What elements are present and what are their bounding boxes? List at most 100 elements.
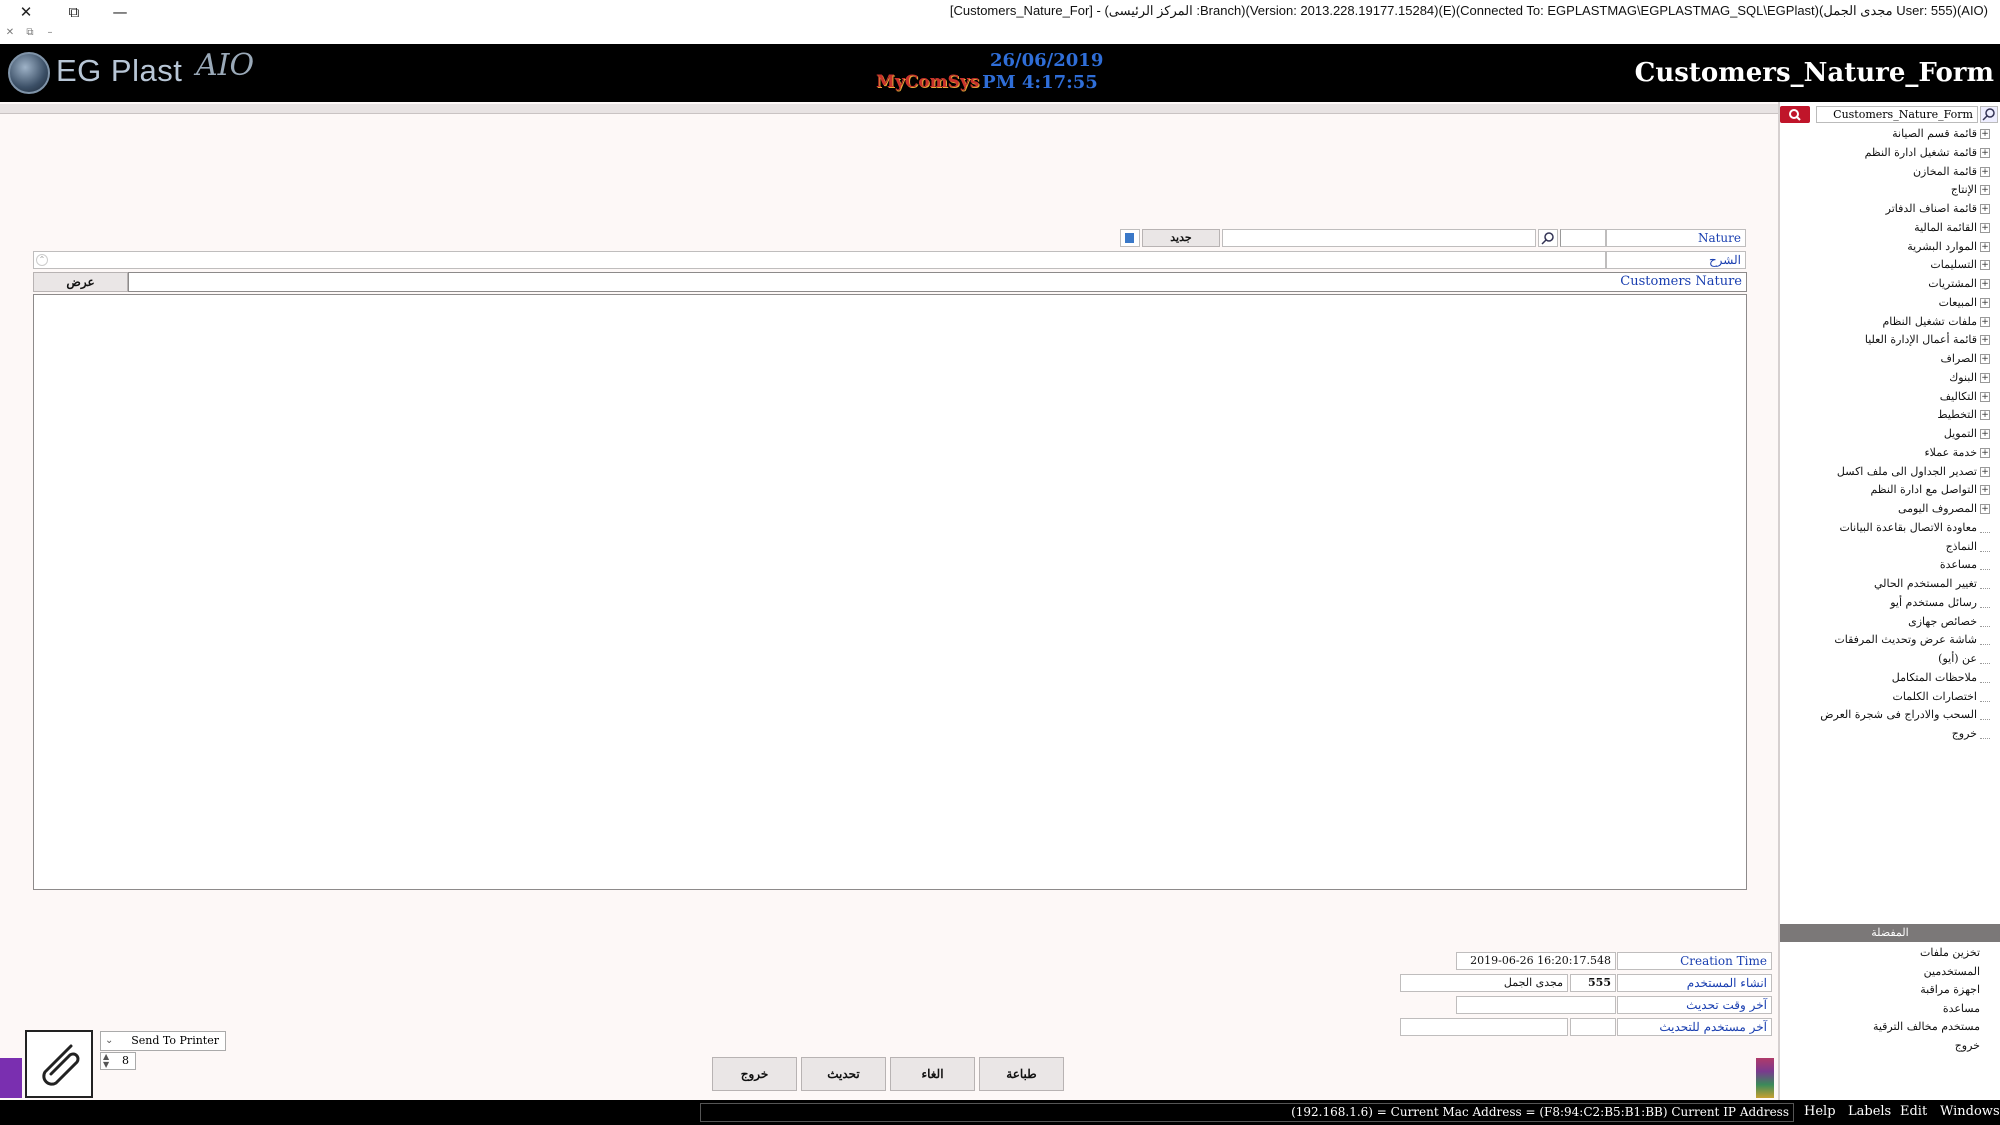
menu-tree-item[interactable]: المشتريات + — [1928, 275, 1990, 293]
menu-tree-item-label: قائمة تشغيل ادارة النظم — [1864, 145, 1977, 159]
menu-tree-item[interactable]: النماذج — [1946, 538, 1990, 556]
expand-icon[interactable]: + — [1980, 297, 1990, 308]
menu-search-input[interactable]: Customers_Nature_Form — [1816, 106, 1978, 123]
mdi-restore-icon[interactable]: ⧉ — [23, 26, 37, 40]
update-button[interactable]: تحديث — [801, 1057, 886, 1091]
expand-icon[interactable]: + — [1980, 147, 1990, 158]
menu-tree-item[interactable]: الإنتاج + — [1951, 181, 1990, 199]
new-record-icon[interactable] — [1120, 229, 1140, 247]
menu-windows[interactable]: Windows — [1940, 1104, 2000, 1119]
menu-tree-item[interactable]: خصائص جهازى — [1908, 613, 1990, 631]
menu-tree-item[interactable]: عن (أيو) — [1938, 650, 1990, 668]
print-destination-select[interactable]: ⌄ Send To Printer — [100, 1031, 226, 1051]
expand-icon[interactable]: + — [1980, 185, 1990, 196]
copies-stepper[interactable]: ▲ ▼ 8 — [100, 1052, 136, 1070]
expand-icon[interactable]: + — [1980, 204, 1990, 214]
restore-icon[interactable]: ⧉ — [62, 2, 86, 22]
search-button[interactable] — [1780, 106, 1810, 123]
books-icon[interactable] — [1756, 1058, 1774, 1098]
menu-tree-item[interactable]: قائمة تشغيل ادارة النظم + — [1865, 144, 1990, 162]
menu-tree-item[interactable]: قائمة المخازن + — [1913, 163, 1990, 181]
attachment-button[interactable] — [25, 1030, 93, 1098]
menu-tree-item-label: خدمة عملاء — [1924, 445, 1977, 459]
close-icon[interactable]: ✕ — [14, 2, 38, 22]
menu-tree-item[interactable]: الصراف + — [1941, 350, 1990, 368]
favorite-item[interactable]: اجهزة مراقبة — [1920, 981, 1980, 999]
favorite-item[interactable]: مساعدة — [1943, 1000, 1980, 1018]
menu-tree-item[interactable]: رسائل مستخدم أيو — [1890, 594, 1990, 612]
menu-tree-item[interactable]: مساعدة — [1940, 556, 1990, 574]
menu-edit[interactable]: Edit — [1900, 1104, 1927, 1119]
menu-tree-item[interactable]: اختصارات الكلمات — [1893, 688, 1990, 706]
print-button[interactable]: طباعة — [979, 1057, 1064, 1091]
menu-tree-item[interactable]: المصروف اليومى + — [1898, 500, 1990, 518]
expand-icon[interactable]: + — [1980, 354, 1990, 364]
new-button[interactable]: جديد — [1142, 229, 1220, 247]
description-input[interactable] — [33, 251, 1606, 269]
menu-tree-item[interactable]: خدمة عملاء + — [1924, 444, 1990, 462]
menu-tree-item[interactable]: قائمة أعمال الإدارة العليا + — [1865, 331, 1990, 349]
menu-tree-item[interactable]: خروج — [1952, 725, 1990, 743]
favorite-item[interactable]: المستخدمين — [1924, 963, 1980, 981]
expand-icon[interactable]: + — [1980, 241, 1990, 252]
menu-tree-item[interactable]: البنوك + — [1949, 369, 1990, 387]
minimize-icon[interactable]: — — [108, 2, 132, 22]
nature-search-button[interactable] — [1538, 229, 1558, 247]
menu-tree-item[interactable]: التمويل + — [1944, 425, 1990, 443]
tree-leaf-icon — [1980, 673, 1990, 683]
expand-icon[interactable]: + — [1980, 485, 1990, 496]
expand-icon[interactable]: + — [1980, 316, 1990, 327]
mdi-close-icon[interactable]: ✕ — [3, 26, 17, 40]
menu-tree-item-label: التكاليف — [1939, 389, 1977, 403]
nature-search-text[interactable] — [1222, 229, 1536, 247]
menu-tree-item[interactable]: السحب والادراج فى شجرة العرض — [1820, 706, 1990, 724]
menu-tree-item[interactable]: التكاليف + — [1940, 388, 1990, 406]
menu-tree-item[interactable]: معاودة الاتصال بقاعدة البيانات — [1839, 519, 1990, 537]
menu-labels[interactable]: Labels — [1848, 1104, 1891, 1119]
menu-tree-item[interactable]: ملاحظات المتكامل — [1892, 669, 1990, 687]
data-grid[interactable] — [33, 294, 1747, 890]
menu-tree-item[interactable]: القائمة المالية + — [1914, 219, 1990, 237]
expand-icon[interactable]: + — [1980, 372, 1990, 383]
menu-tree-item[interactable]: تغيير المستخدم الحالي — [1874, 575, 1990, 593]
vendor-logo: MyComSys — [876, 72, 980, 92]
expand-icon[interactable]: + — [1980, 335, 1990, 346]
menu-tree-item-label: الإنتاج — [1950, 183, 1977, 197]
nature-input[interactable] — [1560, 229, 1606, 247]
menu-tree-item[interactable]: ملفات تشغيل النظام + — [1882, 313, 1990, 331]
favorite-item[interactable]: تخزين ملفات — [1920, 944, 1980, 962]
menu-tree-item[interactable]: المبيعات + — [1939, 294, 1990, 312]
expand-icon[interactable]: + — [1980, 222, 1990, 233]
view-button[interactable]: عرض — [33, 272, 128, 292]
menu-tree-item[interactable]: قائمة قسم الصيانة + — [1892, 125, 1990, 143]
favorite-item[interactable]: مستخدم مخالف الترقية — [1873, 1018, 1980, 1036]
expand-icon[interactable]: + — [1980, 260, 1990, 271]
expand-icon[interactable]: + — [1980, 166, 1990, 177]
menu-tree-item[interactable]: التخطيط + — [1937, 406, 1990, 424]
menu-tree-item[interactable]: الموارد البشرية + — [1907, 238, 1990, 256]
expand-icon[interactable]: + — [1980, 279, 1990, 289]
expand-icon[interactable]: + — [1980, 466, 1990, 477]
favorite-item[interactable]: خروج — [1955, 1037, 1980, 1055]
menu-tree-item[interactable]: شاشة عرض وتحديث المرفقات — [1834, 631, 1990, 649]
expand-icon[interactable]: + — [1980, 429, 1990, 439]
menu-tree-item-label: تصدير الجداول الى ملف اكسل — [1836, 464, 1977, 478]
side-handle[interactable] — [0, 1058, 22, 1098]
expand-icon[interactable]: + — [1980, 410, 1990, 421]
menu-tree-item[interactable]: التواصل مع ادارة النظم + — [1870, 481, 1990, 499]
expand-icon[interactable]: + — [1980, 129, 1990, 139]
expand-icon[interactable]: + — [1980, 504, 1990, 514]
exit-button[interactable]: خروج — [712, 1057, 797, 1091]
menu-tree-item[interactable]: قائمة اصناف الدفاتر + — [1886, 200, 1990, 218]
expand-icon[interactable]: + — [1980, 391, 1990, 402]
menu-help[interactable]: Help — [1804, 1104, 1836, 1119]
cancel-button[interactable]: الغاء — [890, 1057, 975, 1091]
menu-tree-item[interactable]: التسليمات + — [1930, 256, 1990, 274]
description-spinner-icon[interactable]: ⌃ — [36, 254, 48, 266]
print-destination-value: Send To Printer — [131, 1034, 219, 1047]
tree-leaf-icon — [1980, 729, 1990, 739]
expand-icon[interactable]: + — [1980, 447, 1990, 458]
magnifier-icon[interactable] — [1980, 106, 1998, 123]
mdi-minimize-icon[interactable]: – — [43, 26, 57, 40]
menu-tree-item[interactable]: تصدير الجداول الى ملف اكسل + — [1837, 463, 1990, 481]
